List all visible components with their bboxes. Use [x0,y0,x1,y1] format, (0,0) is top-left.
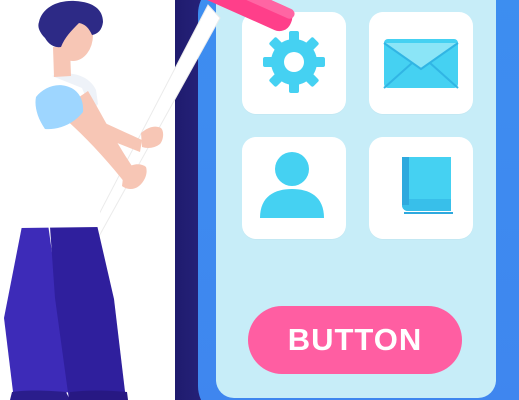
shoe-left [10,390,70,400]
shoe-right [68,390,128,400]
illustration: BUTTON [0,0,519,400]
person-painting-illustration [4,0,295,400]
